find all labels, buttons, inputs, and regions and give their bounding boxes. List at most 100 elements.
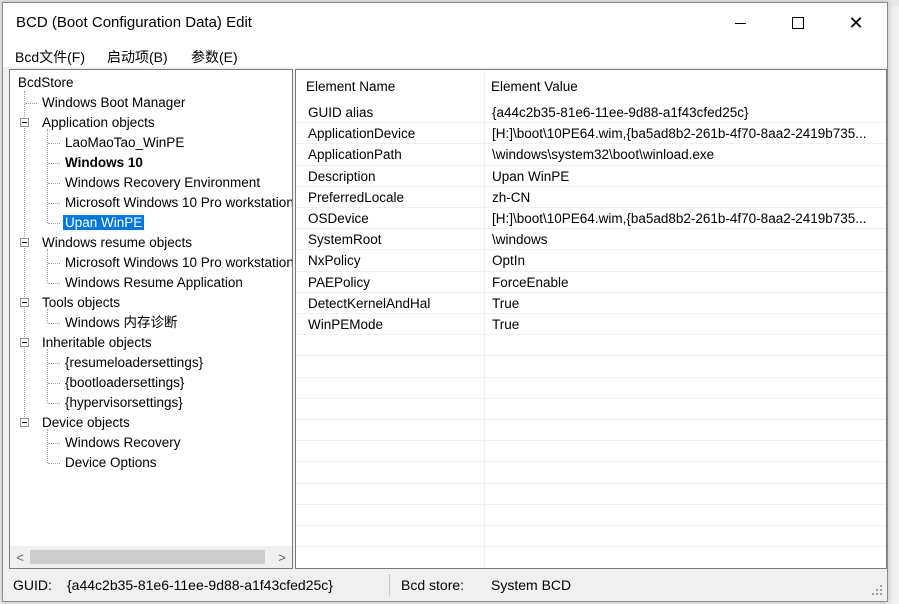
tree-group[interactable]: Application objects: [40, 113, 157, 133]
tree-item[interactable]: Device Options: [63, 453, 159, 473]
element-value-cell: True: [492, 295, 520, 311]
scroll-right-icon[interactable]: >: [272, 546, 292, 568]
tree-group[interactable]: Inheritable objects: [40, 333, 154, 353]
bcd-tree-view[interactable]: BcdStore Windows Boot Manager Application …: [9, 69, 293, 569]
tree-connector: [48, 183, 60, 184]
tree-item-label: LaoMaoTao_WinPE: [65, 135, 185, 150]
tree-item[interactable]: {bootloadersettings}: [63, 373, 186, 393]
menu-parameters[interactable]: 参数(E): [191, 47, 238, 67]
table-row: [296, 505, 886, 526]
element-name-cell: ApplicationPath: [308, 147, 402, 163]
collapse-icon[interactable]: [20, 418, 29, 427]
tree-connector: [25, 103, 37, 104]
tree-connector: [48, 403, 60, 404]
table-row[interactable]: PreferredLocale zh-CN: [296, 187, 886, 208]
table-row[interactable]: OSDevice [H:]\boot\10PE64.wim,{ba5ad8b2-2…: [296, 208, 886, 230]
table-row: [296, 484, 886, 505]
tree-item-label: Windows Recovery: [65, 435, 181, 450]
menu-bcd-file[interactable]: Bcd文件(F): [15, 47, 85, 67]
tree-group-label: Tools objects: [42, 295, 121, 310]
tree-group[interactable]: Tools objects: [40, 293, 122, 313]
element-value-cell: Upan WinPE: [492, 168, 570, 184]
table-row[interactable]: SystemRoot \windows: [296, 229, 886, 251]
element-value-cell: \windows\system32\boot\winload.exe: [492, 147, 715, 163]
table-row[interactable]: PAEPolicy ForceEnable: [296, 272, 886, 293]
table-row[interactable]: DetectKernelAndHal True: [296, 293, 886, 314]
tree-connector: [24, 91, 25, 423]
resize-grip-icon[interactable]: [871, 584, 883, 596]
tree-item-label: Upan WinPE: [63, 215, 145, 230]
table-row[interactable]: ApplicationPath \windows\system32\boot\wi…: [296, 144, 886, 166]
tree-connector: [48, 323, 60, 324]
tree-item[interactable]: Windows Resume Application: [63, 273, 245, 293]
tree-item[interactable]: Upan WinPE: [63, 213, 145, 233]
element-name-cell: DetectKernelAndHal: [308, 295, 431, 311]
element-name-cell: SystemRoot: [308, 232, 382, 248]
element-value-cell: True: [492, 317, 520, 332]
collapse-icon[interactable]: [20, 298, 29, 307]
status-store-value: System BCD: [491, 577, 572, 593]
collapse-icon[interactable]: [20, 118, 29, 127]
element-list-view[interactable]: Element Name Element Value GUID alias {a4…: [295, 69, 887, 569]
menu-boot-entry[interactable]: 启动项(B): [107, 47, 168, 67]
element-name-cell: GUID alias: [308, 105, 374, 120]
tree-item[interactable]: Windows 10: [63, 153, 145, 173]
tree-connector: [47, 129, 48, 223]
tree-root[interactable]: BcdStore: [16, 73, 76, 93]
tree-item[interactable]: Windows Recovery: [63, 433, 183, 453]
table-row[interactable]: Description Upan WinPE: [296, 166, 886, 187]
tree-item-label: {bootloadersettings}: [65, 375, 185, 390]
element-value-cell: OptIn: [492, 253, 526, 269]
tree-group[interactable]: Device objects: [40, 413, 132, 433]
table-row[interactable]: ApplicationDevice [H:]\boot\10PE64.wim,{b…: [296, 123, 886, 145]
minimize-button[interactable]: [711, 3, 769, 43]
tree-item-label: Device Options: [65, 455, 157, 470]
tree-connector: [48, 383, 60, 384]
element-name-cell: ApplicationDevice: [308, 126, 416, 142]
collapse-icon[interactable]: [20, 338, 29, 347]
title-bar[interactable]: BCD (Boot Configuration Data) Edit ✕: [3, 3, 887, 43]
maximize-button[interactable]: [769, 3, 827, 43]
element-name-cell: PreferredLocale: [308, 189, 405, 205]
tree-connector: [47, 249, 48, 283]
tree-horizontal-scrollbar[interactable]: < >: [10, 546, 292, 568]
tree-item[interactable]: {hypervisorsettings}: [63, 393, 185, 413]
element-value-cell: ForceEnable: [492, 274, 569, 290]
tree-item[interactable]: {resumeloadersettings}: [63, 353, 205, 373]
status-store-label: Bcd store:: [401, 577, 465, 593]
close-button[interactable]: ✕: [827, 3, 885, 43]
table-row: [296, 526, 886, 548]
tree-connector: [48, 263, 60, 264]
tree-connector: [48, 363, 60, 364]
tree-group[interactable]: Windows Boot Manager: [40, 93, 187, 113]
column-header-element-name[interactable]: Element Name: [306, 70, 395, 100]
table-row: [296, 399, 886, 420]
tree-item-label: Windows 10: [65, 155, 143, 170]
element-name-cell: OSDevice: [308, 211, 369, 226]
tree-group[interactable]: Windows resume objects: [40, 233, 194, 253]
scroll-left-icon[interactable]: <: [10, 546, 30, 568]
tree-item[interactable]: Microsoft Windows 10 Pro workstation: [63, 193, 292, 213]
tree-connector: [48, 203, 60, 204]
column-header-element-value[interactable]: Element Value: [491, 70, 578, 100]
status-guid-value: {a44c2b35-81e6-11ee-9d88-a1f43cfed25c}: [67, 577, 333, 593]
table-row[interactable]: WinPEMode True: [296, 314, 886, 336]
tree-root-label: BcdStore: [18, 75, 74, 90]
table-row: [296, 378, 886, 399]
collapse-icon[interactable]: [20, 238, 29, 247]
tree-item-label: Microsoft Windows 10 Pro workstation: [65, 255, 293, 270]
tree-connector: [47, 429, 48, 463]
tree-item[interactable]: Microsoft Windows 10 Pro workstation: [63, 253, 293, 273]
table-row[interactable]: GUID alias {a44c2b35-81e6-11ee-9d88-a1f43…: [296, 102, 886, 124]
maximize-icon: [792, 17, 804, 29]
scroll-thumb[interactable]: [30, 550, 265, 564]
tree-connector: [47, 349, 48, 403]
tree-item[interactable]: Windows Recovery Environment: [63, 173, 262, 193]
menu-bar: Bcd文件(F) 启动项(B) 参数(E): [3, 43, 887, 67]
tree-item[interactable]: Windows 内存诊断: [63, 313, 180, 333]
bcd-edit-window: BCD (Boot Configuration Data) Edit ✕ Bcd…: [2, 2, 888, 602]
table-row[interactable]: NxPolicy OptIn: [296, 250, 886, 272]
tree-connector: [48, 283, 60, 284]
tree-item[interactable]: LaoMaoTao_WinPE: [63, 133, 186, 153]
element-name-cell: Description: [308, 168, 376, 184]
